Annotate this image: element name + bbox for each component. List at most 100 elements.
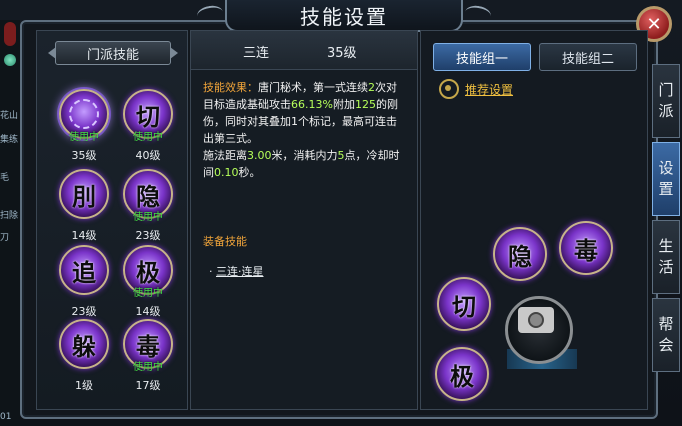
- side-tabs: 门 派 设 置 生 活 帮 会: [652, 64, 680, 376]
- skill-glyph: 刖: [72, 181, 96, 211]
- equip-skill-item[interactable]: · 三连·连星: [209, 263, 264, 279]
- skill-level: 17级: [135, 379, 161, 392]
- skill-glyph: 躲: [72, 331, 96, 361]
- cost-value: 5: [337, 149, 345, 162]
- skill-glyph: 毒: [574, 235, 598, 265]
- recommend-settings[interactable]: 推荐设置: [439, 79, 513, 99]
- skill-level: 23级: [71, 305, 97, 318]
- bg-text: 毛: [0, 173, 10, 183]
- dodge-skill-icon: 躲: [59, 319, 109, 369]
- hide-skill-icon: 隐 使用中: [123, 169, 173, 223]
- bg-text: 刀: [0, 233, 10, 243]
- cut-skill-icon: 切 使用中: [123, 89, 173, 143]
- skill-group-panel: 技能组一 技能组二 推荐设置 隐 毒 切 极: [420, 30, 648, 410]
- range-text: 秒。: [238, 166, 261, 179]
- range-value: 3.00: [247, 149, 272, 162]
- skill-level: 35级: [71, 149, 97, 162]
- skill-glyph: 切: [452, 291, 476, 321]
- tab-char: 置: [658, 180, 674, 198]
- background-left-strip: 花山 集练 毛 扫除 刀 01: [0, 20, 20, 426]
- skill-slot-4[interactable]: 隐 使用中 23级: [123, 169, 173, 243]
- skill-level: 14级: [135, 305, 161, 318]
- camera-icon: [518, 307, 554, 333]
- tab-skill-group-1[interactable]: 技能组一: [433, 43, 531, 71]
- tab-settings[interactable]: 设 置: [652, 142, 680, 216]
- skill-slot-6[interactable]: 极 使用中 14级: [123, 245, 173, 319]
- skill-slot-5[interactable]: 追 23级: [59, 245, 109, 319]
- skill-glyph: 极: [136, 257, 160, 287]
- bullet: ·: [209, 265, 213, 278]
- game-window: 花山 集练 毛 扫除 刀 01 技能设置 ✕ 门派技能 使用中 35级 切 使用…: [0, 0, 682, 426]
- ring-slot-ultimate[interactable]: 极: [435, 347, 489, 401]
- skill-glyph: 极: [450, 361, 474, 391]
- tab-char: 设: [658, 159, 674, 177]
- eye-icon: [439, 79, 459, 99]
- in-use-label: 使用中: [69, 132, 99, 143]
- ring-slot-poison[interactable]: 毒: [559, 221, 613, 275]
- skill-level: 40级: [135, 149, 161, 162]
- tab-guild[interactable]: 帮 会: [652, 298, 680, 372]
- range-text: 米，消耗内力: [271, 149, 338, 162]
- in-use-label: 使用中: [133, 288, 163, 299]
- decor-ornament: [4, 22, 16, 46]
- chase-skill-icon: 追: [59, 245, 109, 295]
- equip-skill-link[interactable]: 三连·连星: [216, 265, 264, 278]
- tab-char: 帮: [658, 315, 674, 333]
- skill-slot-1[interactable]: 使用中 35级: [59, 89, 109, 163]
- tab-life[interactable]: 生 活: [652, 220, 680, 294]
- skill-slot-3[interactable]: 刖 14级: [59, 169, 109, 243]
- bg-text: 01: [0, 412, 12, 422]
- skill-level: 1级: [75, 379, 93, 392]
- tab-char: 门: [658, 81, 674, 99]
- tab-char: 派: [658, 102, 674, 120]
- poison-skill-icon: 毒 使用中: [123, 319, 173, 373]
- title-bar: 技能设置: [225, 0, 463, 32]
- attack-button-slot[interactable]: [505, 296, 573, 364]
- school-skills-panel: 门派技能 使用中 35级 切 使用中 40级 刖 14级 隐 使用中 23级 追…: [36, 30, 188, 410]
- window-title: 技能设置: [300, 4, 388, 29]
- skill-glyph: 毒: [136, 331, 160, 361]
- tab-school[interactable]: 门 派: [652, 64, 680, 138]
- skill-detail-header: 三连 35级: [191, 31, 417, 70]
- effect-label: 技能效果：: [203, 81, 258, 94]
- triple-strike-skill-icon: 使用中: [59, 89, 109, 143]
- skill-glyph: 追: [72, 257, 96, 287]
- skill-slot-2[interactable]: 切 使用中 40级: [123, 89, 173, 163]
- tab-skill-group-2[interactable]: 技能组二: [539, 43, 637, 71]
- effect-value: 125: [354, 98, 376, 111]
- skill-slot-8[interactable]: 毒 使用中 17级: [123, 319, 173, 393]
- bg-text: 扫除: [0, 211, 19, 221]
- decor-jade: [4, 54, 16, 66]
- effect-value: 2: [368, 81, 375, 94]
- skill-name: 三连: [243, 46, 270, 61]
- skill-slot-7[interactable]: 躲 1级: [59, 319, 109, 393]
- skill-level: 23级: [135, 229, 161, 242]
- skill-level: 14级: [71, 229, 97, 242]
- in-use-label: 使用中: [133, 212, 163, 223]
- in-use-label: 使用中: [133, 362, 163, 373]
- ring-slot-cut[interactable]: 切: [437, 277, 491, 331]
- tab-char: 会: [658, 336, 674, 354]
- ring-slot-hide[interactable]: 隐: [493, 227, 547, 281]
- ultimate-skill-icon: 极 使用中: [123, 245, 173, 299]
- skill-detail-panel: 三连 35级 技能效果：唐门秘术，第一式连续2次对目标造成基础攻击66.13%附…: [190, 30, 418, 410]
- skill-glyph: 隐: [508, 241, 532, 271]
- tab-char: 生: [658, 237, 674, 255]
- skill-level-text: 35级: [327, 46, 357, 61]
- cooldown-value: 0.10: [214, 166, 239, 179]
- effect-text: 唐门秘术，第一式连续: [258, 81, 368, 94]
- skill-glyph: 切: [136, 101, 160, 131]
- skill-glyph: 隐: [136, 181, 160, 211]
- bg-text: 集练: [0, 135, 19, 145]
- spiral-icon: [69, 99, 99, 129]
- tab-char: 活: [658, 258, 674, 276]
- close-icon: ✕: [646, 13, 662, 35]
- equip-skills-title: 装备技能: [203, 235, 247, 248]
- skill-effect-text: 技能效果：唐门秘术，第一式连续2次对目标造成基础攻击66.13%附加125的刚伤…: [203, 79, 407, 181]
- effect-text: 附加: [332, 98, 355, 111]
- in-use-label: 使用中: [133, 132, 163, 143]
- effect-value: 66.13%: [291, 98, 333, 111]
- recommend-link[interactable]: 推荐设置: [465, 81, 513, 98]
- range-text: 施法距离: [203, 149, 247, 162]
- bg-text: 花山: [0, 111, 19, 121]
